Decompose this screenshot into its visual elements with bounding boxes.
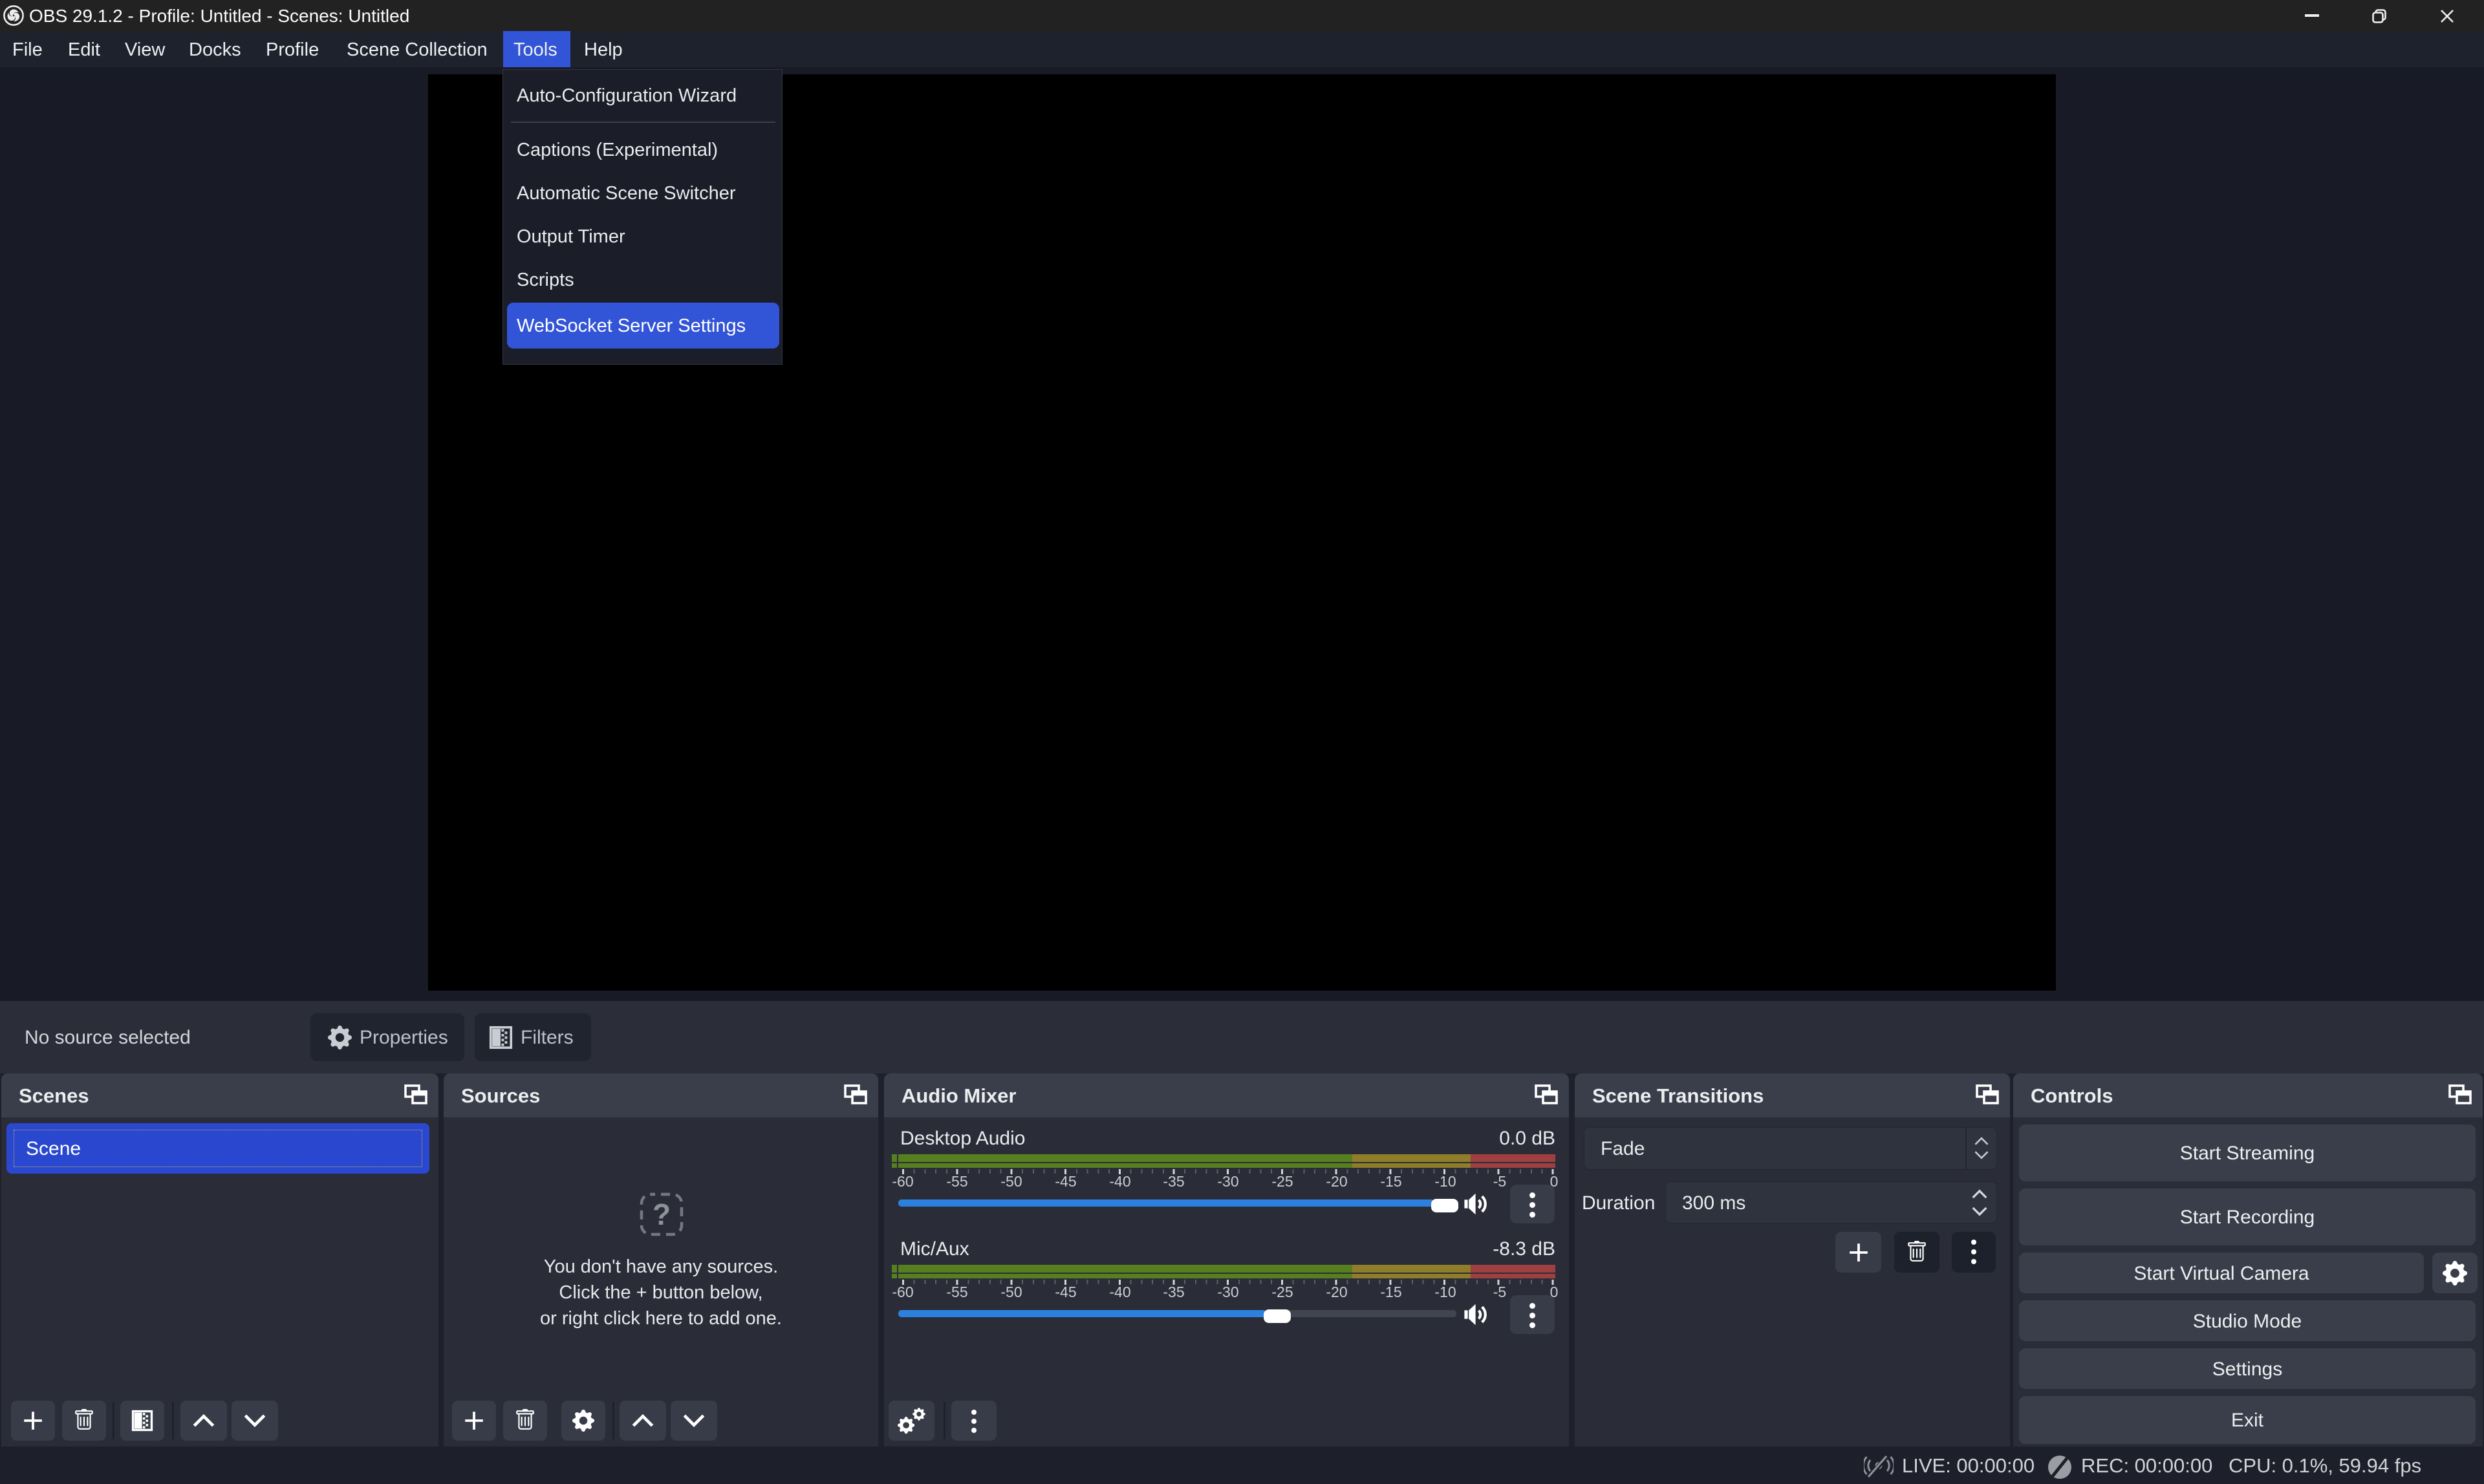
svg-text:?: ?: [653, 1198, 671, 1231]
